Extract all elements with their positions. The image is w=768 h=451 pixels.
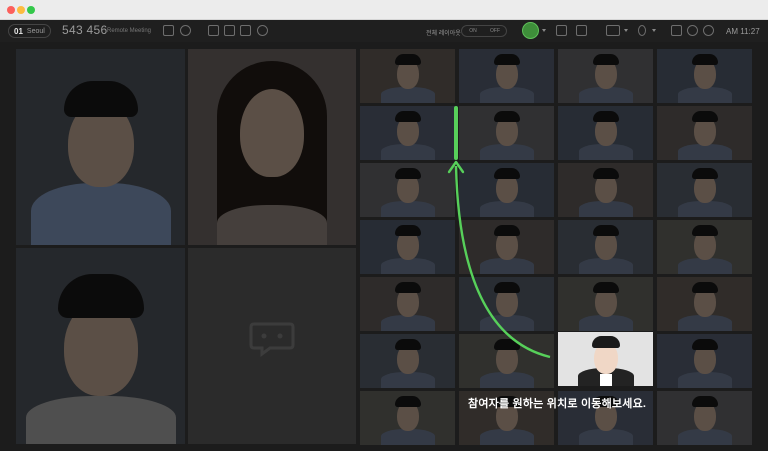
clock: AM 11:27: [726, 27, 760, 36]
video-grid: [0, 42, 768, 451]
participant-thumbnail[interactable]: [360, 163, 455, 217]
toggle-on-label: ON: [469, 28, 477, 34]
participant-thumbnail[interactable]: [459, 277, 554, 331]
room-number: 01: [14, 26, 23, 36]
zoom-window-button[interactable]: [27, 6, 35, 14]
record-icon[interactable]: [257, 25, 268, 36]
participant-thumbnail[interactable]: [657, 220, 752, 274]
participant-thumbnail[interactable]: [558, 163, 653, 217]
participant-thumbnail[interactable]: [459, 49, 554, 103]
chevron-down-icon[interactable]: [542, 29, 546, 32]
chevron-down-icon[interactable]: [652, 29, 656, 32]
participant-tile[interactable]: [188, 49, 356, 245]
room-name: Seoul: [26, 27, 45, 35]
empty-tile[interactable]: [188, 248, 356, 444]
meeting-toolbar: 01 Seoul 543 456 Remote Meeting 전체 레이아웃 …: [0, 20, 768, 42]
participant-thumbnail[interactable]: [558, 106, 653, 160]
participant-thumbnail[interactable]: [657, 277, 752, 331]
exit-icon[interactable]: [703, 25, 714, 36]
notes-icon[interactable]: [576, 25, 587, 36]
dragged-participant-tile[interactable]: [558, 332, 653, 386]
instruction-text: 참여자를 원하는 위치로 이동해보세요.: [468, 398, 647, 410]
participant-thumbnail[interactable]: [360, 277, 455, 331]
participant-thumbnail[interactable]: [558, 277, 653, 331]
document-icon[interactable]: [224, 25, 235, 36]
participant-thumbnail[interactable]: [459, 220, 554, 274]
settings-icon[interactable]: [687, 25, 698, 36]
chat-icon: [249, 322, 295, 357]
participant-thumbnail[interactable]: [360, 106, 455, 160]
on-off-toggle[interactable]: ON OFF: [461, 25, 507, 37]
participant-icon[interactable]: [180, 25, 191, 36]
participant-thumbnail[interactable]: [459, 163, 554, 217]
close-window-button[interactable]: [7, 6, 15, 14]
room-badge[interactable]: 01 Seoul: [8, 24, 51, 38]
participant-thumbnail[interactable]: [657, 163, 752, 217]
meeting-window: 01 Seoul 543 456 Remote Meeting 전체 레이아웃 …: [0, 0, 768, 451]
meeting-title: Remote Meeting: [107, 28, 152, 34]
participant-thumbnail[interactable]: [657, 106, 752, 160]
participant-thumbnail[interactable]: [558, 49, 653, 103]
participant-thumbnail[interactable]: [558, 220, 653, 274]
camera-snapshot-icon[interactable]: [240, 25, 251, 36]
layout-icon[interactable]: [556, 25, 567, 36]
layout-select[interactable]: 전체 레이아웃: [426, 28, 461, 37]
participant-thumbnail[interactable]: [360, 334, 455, 388]
minimize-window-button[interactable]: [17, 6, 25, 14]
participant-thumbnail[interactable]: [360, 220, 455, 274]
participant-tile[interactable]: [16, 248, 185, 444]
user-avatar-icon[interactable]: [522, 22, 539, 39]
participant-thumbnail[interactable]: [459, 106, 554, 160]
participant-thumbnail[interactable]: [657, 391, 752, 445]
microphone-icon[interactable]: [638, 25, 646, 36]
participant-thumbnail[interactable]: [657, 334, 752, 388]
chevron-down-icon[interactable]: [624, 29, 628, 32]
participant-tile[interactable]: [16, 49, 185, 245]
meeting-code: 543 456: [62, 23, 108, 37]
participant-thumbnail[interactable]: [360, 49, 455, 103]
video-camera-icon[interactable]: [606, 25, 620, 36]
fullscreen-icon[interactable]: [671, 25, 682, 36]
participant-thumbnail[interactable]: [657, 49, 752, 103]
participant-thumbnail[interactable]: [459, 334, 554, 388]
window-titlebar: [0, 0, 768, 20]
lock-icon[interactable]: [163, 25, 174, 36]
participant-thumbnail[interactable]: [360, 391, 455, 445]
toggle-off-label: OFF: [490, 28, 500, 34]
screen-share-icon[interactable]: [208, 25, 219, 36]
